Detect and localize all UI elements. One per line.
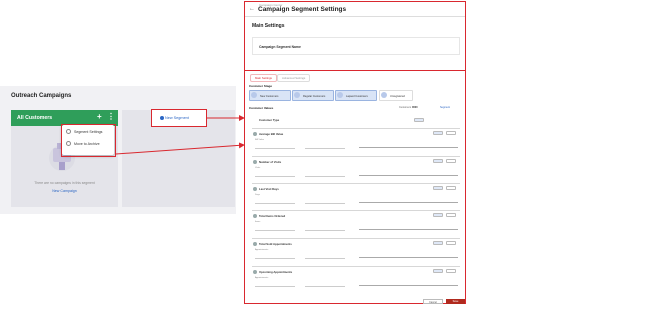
annotation-arrows	[115, 115, 245, 155]
arrow-segment-settings	[115, 142, 245, 155]
